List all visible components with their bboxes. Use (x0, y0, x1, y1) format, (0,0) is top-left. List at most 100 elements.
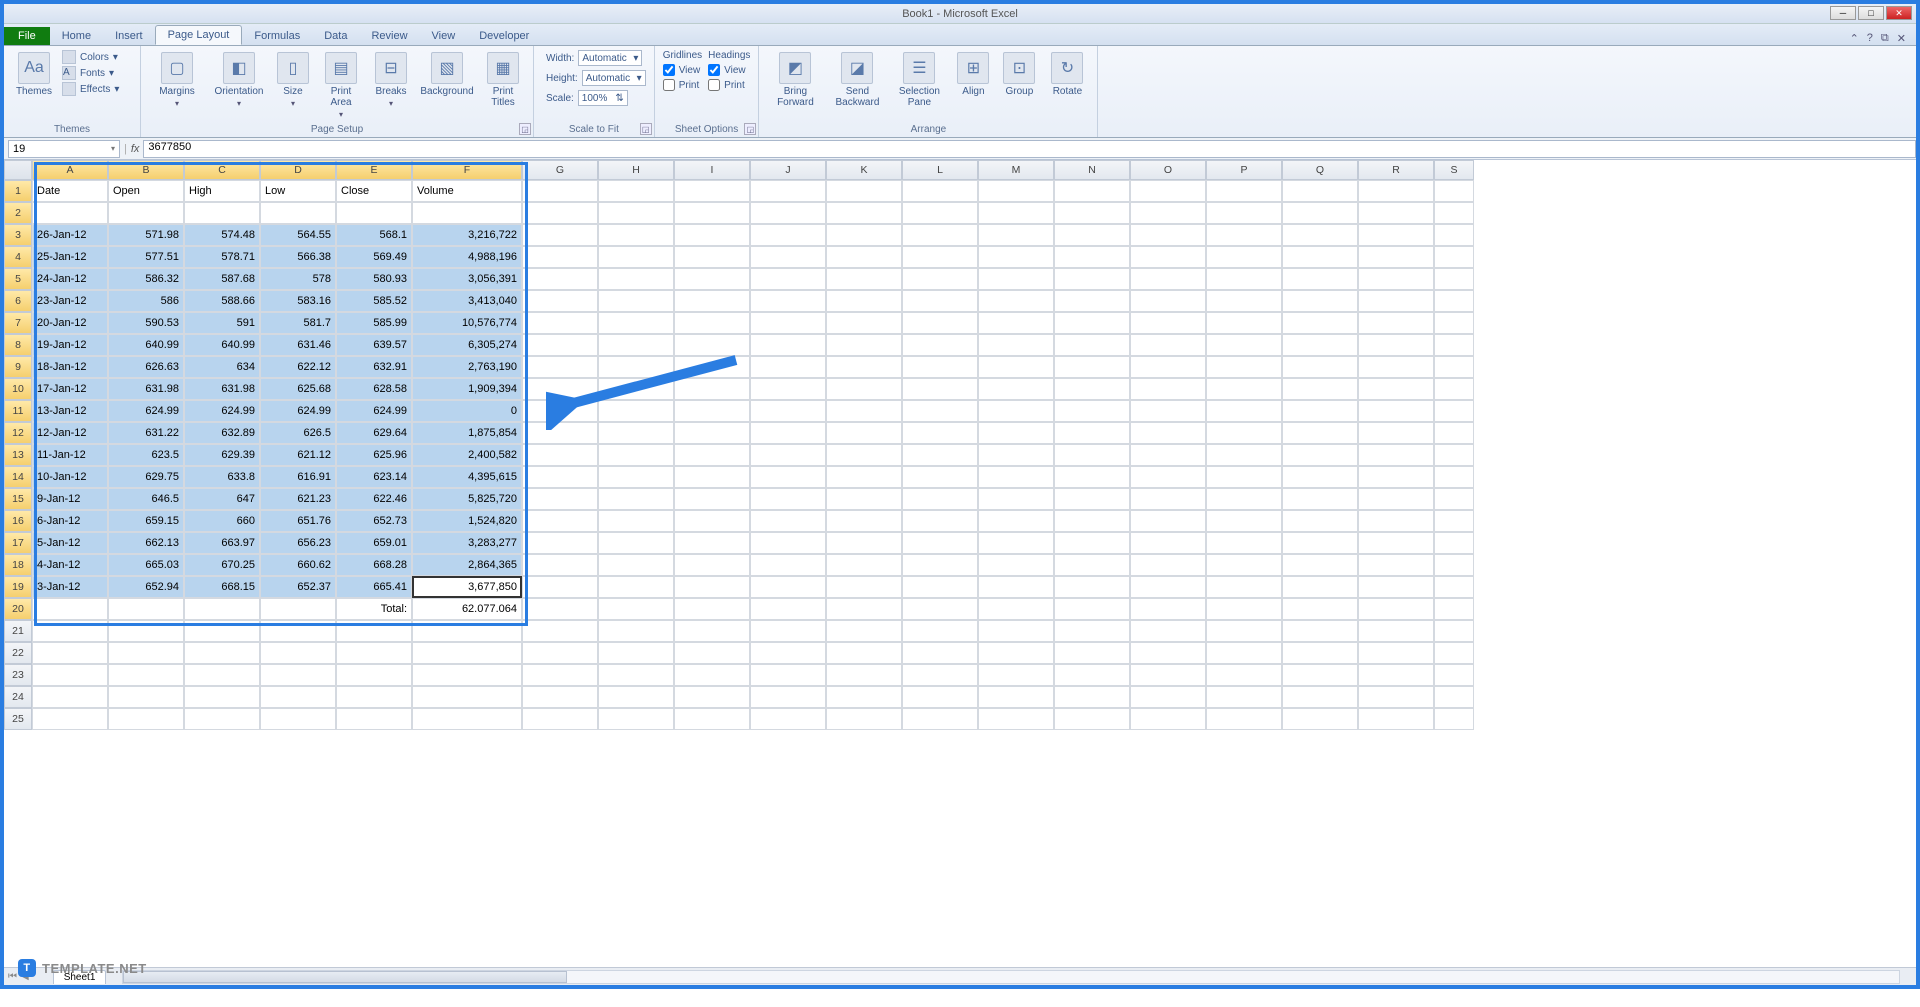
cell[interactable] (978, 488, 1054, 510)
cell[interactable] (522, 268, 598, 290)
cell[interactable] (674, 180, 750, 202)
cell[interactable] (598, 400, 674, 422)
row-header[interactable]: 6 (4, 290, 32, 312)
cell[interactable] (1358, 180, 1434, 202)
margins-button[interactable]: ▢Margins▾ (149, 50, 205, 110)
cell[interactable] (1358, 488, 1434, 510)
tab-data[interactable]: Data (312, 27, 359, 45)
tab-developer[interactable]: Developer (467, 27, 541, 45)
cell[interactable] (826, 598, 902, 620)
cell[interactable] (1054, 686, 1130, 708)
cell[interactable]: Total: (336, 598, 412, 620)
cell[interactable] (978, 334, 1054, 356)
print-area-button[interactable]: ▤Print Area▾ (319, 50, 363, 121)
column-header[interactable]: P (1206, 160, 1282, 180)
cell[interactable] (1282, 466, 1358, 488)
cell[interactable]: 580.93 (336, 268, 412, 290)
cell[interactable]: 571.98 (108, 224, 184, 246)
cell[interactable] (522, 422, 598, 444)
cell[interactable] (522, 576, 598, 598)
cell[interactable] (1130, 642, 1206, 664)
cell[interactable] (1358, 708, 1434, 730)
cell[interactable]: 10-Jan-12 (32, 466, 108, 488)
cell[interactable] (1130, 356, 1206, 378)
cell[interactable] (826, 268, 902, 290)
cell[interactable] (1206, 686, 1282, 708)
cell[interactable]: 640.99 (184, 334, 260, 356)
cell[interactable] (108, 664, 184, 686)
cell[interactable] (826, 686, 902, 708)
cell[interactable] (1054, 290, 1130, 312)
cell[interactable] (598, 532, 674, 554)
cell[interactable] (1206, 290, 1282, 312)
cell[interactable] (32, 642, 108, 664)
cell[interactable] (674, 488, 750, 510)
cell[interactable]: Volume (412, 180, 522, 202)
cell[interactable] (598, 422, 674, 444)
rotate-button[interactable]: ↻Rotate (1045, 50, 1089, 99)
cell[interactable]: 578 (260, 268, 336, 290)
cell[interactable] (598, 554, 674, 576)
cell[interactable] (522, 334, 598, 356)
cell[interactable] (1282, 554, 1358, 576)
help-icon[interactable]: ? (1867, 32, 1873, 45)
cell[interactable] (1054, 642, 1130, 664)
tab-formulas[interactable]: Formulas (242, 27, 312, 45)
cell[interactable] (1282, 532, 1358, 554)
cell[interactable] (1434, 620, 1474, 642)
cell[interactable] (1358, 378, 1434, 400)
cell[interactable] (978, 620, 1054, 642)
cell[interactable] (1054, 664, 1130, 686)
cell[interactable] (750, 224, 826, 246)
cell[interactable] (598, 510, 674, 532)
cell[interactable]: 625.68 (260, 378, 336, 400)
cell[interactable] (1434, 356, 1474, 378)
cell[interactable] (978, 378, 1054, 400)
cell[interactable] (826, 620, 902, 642)
cell[interactable]: Close (336, 180, 412, 202)
column-header[interactable]: K (826, 160, 902, 180)
cell[interactable] (750, 290, 826, 312)
column-header[interactable]: S (1434, 160, 1474, 180)
cell[interactable] (1282, 356, 1358, 378)
cell[interactable] (1282, 488, 1358, 510)
cell[interactable]: 670.25 (184, 554, 260, 576)
cell[interactable]: 624.99 (336, 400, 412, 422)
cell[interactable] (902, 202, 978, 224)
cell[interactable] (750, 510, 826, 532)
cell[interactable] (674, 268, 750, 290)
cell[interactable] (978, 202, 1054, 224)
cell[interactable] (1054, 532, 1130, 554)
cell[interactable]: 4,395,615 (412, 466, 522, 488)
cell[interactable] (1282, 708, 1358, 730)
cell[interactable] (1206, 598, 1282, 620)
cell[interactable] (1434, 466, 1474, 488)
cell[interactable] (598, 312, 674, 334)
orientation-button[interactable]: ◧Orientation▾ (211, 50, 267, 110)
cell[interactable]: 3,413,040 (412, 290, 522, 312)
cell[interactable] (1282, 334, 1358, 356)
cell[interactable] (1206, 664, 1282, 686)
cell[interactable] (1130, 400, 1206, 422)
cell[interactable] (184, 686, 260, 708)
cell[interactable] (1054, 444, 1130, 466)
cell[interactable] (1054, 312, 1130, 334)
cell[interactable] (826, 202, 902, 224)
cell[interactable] (902, 356, 978, 378)
cell[interactable] (260, 202, 336, 224)
cell[interactable]: 588.66 (184, 290, 260, 312)
cell[interactable] (826, 664, 902, 686)
cell[interactable] (108, 642, 184, 664)
cell[interactable] (1054, 422, 1130, 444)
background-button[interactable]: ▧Background (419, 50, 475, 99)
cell[interactable] (750, 488, 826, 510)
cell[interactable] (750, 268, 826, 290)
cell[interactable]: 4,988,196 (412, 246, 522, 268)
cell[interactable] (1206, 576, 1282, 598)
row-header[interactable]: 5 (4, 268, 32, 290)
cell[interactable] (1054, 488, 1130, 510)
cell[interactable] (902, 532, 978, 554)
row-header[interactable]: 21 (4, 620, 32, 642)
cell[interactable] (598, 202, 674, 224)
cell[interactable]: 587.68 (184, 268, 260, 290)
